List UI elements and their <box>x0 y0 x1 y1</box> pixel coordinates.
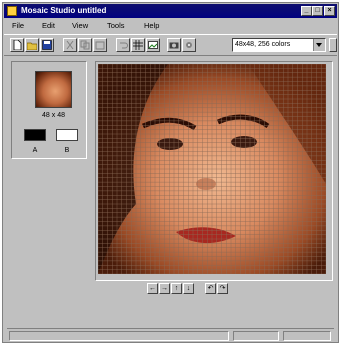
apply-icon[interactable] <box>329 38 337 52</box>
menu-tools[interactable]: Tools <box>107 20 125 31</box>
rotate-right-button[interactable]: ↷ <box>217 283 228 294</box>
swatch-b-label: B <box>64 147 70 154</box>
close-button[interactable]: × <box>324 6 335 16</box>
scroll-down-button[interactable]: ↓ <box>183 283 194 294</box>
menu-edit[interactable]: Edit <box>42 20 55 31</box>
menu-bar: File Edit View Tools Help <box>4 19 337 32</box>
app-icon <box>7 6 17 16</box>
nose <box>196 178 216 190</box>
color-swatch-b[interactable] <box>56 129 78 141</box>
scroll-right-button[interactable]: → <box>159 283 170 294</box>
palette-size-value: 48x48, 256 colors <box>235 41 291 48</box>
menu-view[interactable]: View <box>72 20 88 31</box>
thumbnail-size-label: 48 x 48 <box>42 112 65 119</box>
settings-icon[interactable] <box>182 38 196 52</box>
image-icon[interactable] <box>146 38 160 52</box>
status-bar <box>7 328 334 342</box>
maximize-button[interactable]: □ <box>312 6 323 16</box>
paste-icon[interactable] <box>93 38 107 52</box>
save-icon[interactable] <box>40 38 54 52</box>
status-cursor <box>233 331 279 341</box>
mosaic-canvas[interactable] <box>98 64 326 274</box>
scroll-up-button[interactable]: ↑ <box>171 283 182 294</box>
right-eye <box>231 136 257 148</box>
open-folder-icon[interactable] <box>25 38 39 52</box>
menu-file[interactable]: File <box>12 20 24 31</box>
scroll-left-button[interactable]: ← <box>147 283 158 294</box>
color-swatch-a[interactable] <box>24 129 46 141</box>
window-title: Mosaic Studio untitled <box>21 6 107 15</box>
chevron-down-icon[interactable] <box>313 39 325 51</box>
grid-icon[interactable] <box>131 38 145 52</box>
swatch-a-label: A <box>32 147 38 154</box>
app-window: Mosaic Studio untitled _ □ × File Edit V… <box>2 2 339 343</box>
status-size <box>283 331 331 341</box>
cut-icon[interactable] <box>63 38 77 52</box>
undo-icon[interactable] <box>116 38 130 52</box>
menu-help[interactable]: Help <box>144 20 159 31</box>
preview-panel: 48 x 48 A B <box>11 61 87 159</box>
status-message <box>9 331 229 341</box>
camera-icon[interactable] <box>167 38 181 52</box>
source-thumbnail[interactable] <box>35 71 72 108</box>
copy-icon[interactable] <box>78 38 92 52</box>
toolbar: 48x48, 256 colors <box>4 34 337 56</box>
new-file-icon[interactable] <box>10 38 24 52</box>
left-eye <box>157 138 183 150</box>
title-bar[interactable]: Mosaic Studio untitled _ □ × <box>4 4 337 18</box>
mosaic-canvas-frame <box>95 61 333 281</box>
rotate-left-button[interactable]: ↶ <box>205 283 216 294</box>
minimize-button[interactable]: _ <box>301 6 312 16</box>
palette-size-dropdown[interactable]: 48x48, 256 colors <box>232 38 326 52</box>
